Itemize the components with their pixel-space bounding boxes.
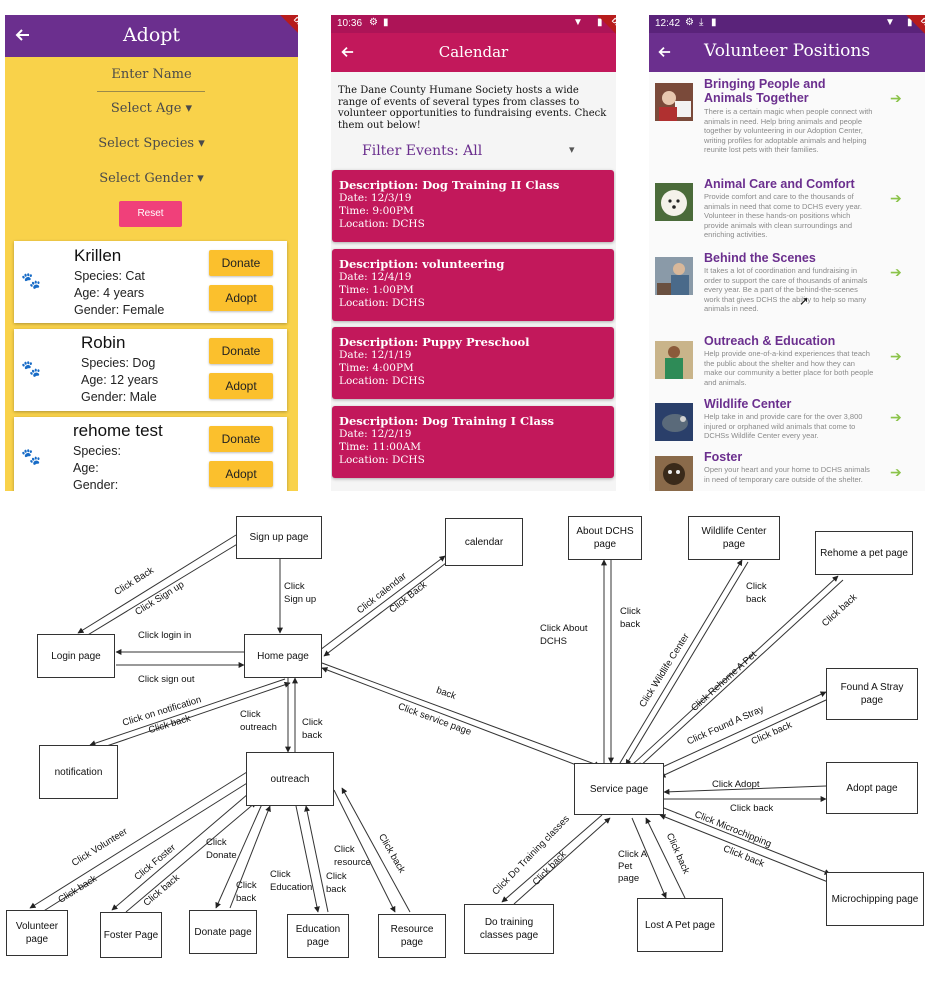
edge-label: Click Donate: [206, 837, 237, 861]
edge-label: Click sign out: [138, 674, 195, 685]
edge-label: Click back: [302, 717, 323, 741]
edge-label: Click back: [620, 606, 641, 630]
found-stray-box: Found A Stray page: [826, 668, 918, 720]
rehome-pet-box: Rehome a pet page: [815, 531, 913, 575]
edge-label: Click back: [746, 581, 767, 605]
edge-label: Click back: [236, 880, 257, 904]
foster-page-box: Foster Page: [100, 912, 162, 958]
edge-label: Click A Pet page: [618, 849, 647, 884]
outreach-box: outreach: [246, 752, 334, 806]
edge-label: Click Education: [270, 869, 313, 893]
edge-label: Click Adopt: [712, 779, 760, 790]
signup-page-box: Sign up page: [236, 516, 322, 559]
microchipping-box: Microchipping page: [826, 872, 924, 926]
notification-box: notification: [39, 745, 118, 799]
edge-label: Click About DCHS: [540, 623, 588, 647]
resource-page-box: Resource page: [378, 914, 446, 958]
login-page-box: Login page: [37, 634, 115, 678]
donate-page-box: Donate page: [189, 910, 257, 954]
edge-label: Click Sign up: [284, 581, 317, 605]
calendar-box: calendar: [445, 518, 523, 566]
edge-label: Click login in: [138, 630, 192, 641]
navigation-flow-arrows: [29, 534, 844, 913]
education-page-box: Education page: [287, 914, 349, 958]
service-page-box: Service page: [574, 763, 664, 815]
adopt-page-box: Adopt page: [826, 762, 918, 814]
edge-label: Click back: [326, 871, 347, 895]
wildlife-center-box: Wildlife Center page: [688, 516, 780, 560]
volunteer-page-box: Volunteer page: [6, 910, 68, 956]
training-classes-box: Do training classes page: [464, 904, 554, 954]
about-dchs-box: About DCHS page: [568, 516, 642, 560]
edge-label: Click back: [730, 803, 774, 814]
home-page-box: Home page: [244, 634, 322, 678]
lost-pet-box: Lost A Pet page: [637, 898, 723, 952]
edge-label: Click outreach: [240, 709, 277, 733]
edge-label: Click resource: [334, 844, 371, 868]
